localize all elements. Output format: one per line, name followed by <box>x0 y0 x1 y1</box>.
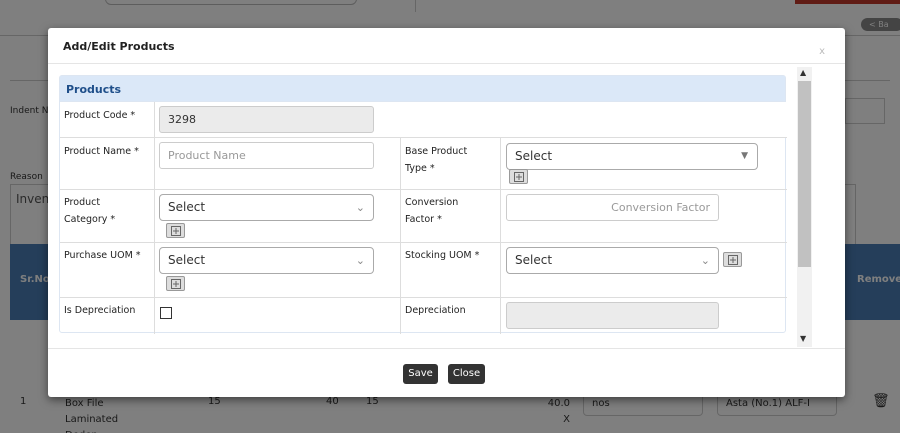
add-product-category-button[interactable] <box>166 223 185 238</box>
row-divider <box>60 297 787 298</box>
col-divider <box>500 137 501 334</box>
plus-box-icon <box>171 226 181 236</box>
chevron-down-icon: ⌄ <box>700 254 710 267</box>
base-product-type-value: Select <box>515 149 553 163</box>
depreciation-label: Depreciation <box>405 305 466 316</box>
panel-title: Products <box>66 83 122 96</box>
col-divider <box>154 102 155 334</box>
product-name-label: Product Name * <box>64 146 139 157</box>
base-product-type-label: Base Product Type * <box>405 146 468 174</box>
is-depreciation-checkbox[interactable] <box>160 307 172 319</box>
is-depreciation-label: Is Depreciation <box>64 305 136 316</box>
scroll-down-icon[interactable]: ▼ <box>800 334 806 343</box>
products-panel: Products Product Code * 3298 Product Nam… <box>59 75 787 334</box>
modal-body: Products Product Code * 3298 Product Nam… <box>48 65 818 348</box>
product-category-select[interactable]: Select ⌄ <box>159 194 374 221</box>
stocking-uom-label: Stocking UOM * <box>405 250 480 261</box>
product-code-label: Product Code * <box>64 110 136 121</box>
modal-scrollbar[interactable]: ▲ ▼ <box>797 67 812 347</box>
conversion-factor-input[interactable]: Conversion Factor <box>506 194 719 221</box>
row-divider <box>60 242 787 243</box>
col-divider <box>400 137 401 334</box>
product-name-input[interactable]: Product Name <box>159 142 374 169</box>
product-code-field[interactable]: 3298 <box>159 106 374 133</box>
plus-box-icon <box>728 255 738 265</box>
add-purchase-uom-button[interactable] <box>166 276 185 291</box>
stocking-uom-value: Select <box>515 253 553 267</box>
close-button[interactable]: Close <box>448 364 485 384</box>
header-gap <box>400 102 786 137</box>
depreciation-field[interactable] <box>506 302 719 329</box>
chevron-down-icon: ⌄ <box>355 254 365 267</box>
add-edit-products-modal: Add/Edit Products x Products Product Cod… <box>48 28 845 397</box>
plus-box-icon <box>171 279 181 289</box>
row-divider <box>60 137 787 138</box>
scrollbar-thumb[interactable] <box>798 81 811 267</box>
conversion-factor-label: Conversion Factor * <box>405 197 459 225</box>
save-button[interactable]: Save <box>403 364 438 384</box>
stocking-uom-select[interactable]: Select ⌄ <box>506 247 719 274</box>
add-stocking-uom-button[interactable] <box>723 252 742 267</box>
caret-down-icon: ▼ <box>741 151 748 161</box>
product-category-label: Product Category * <box>64 197 116 225</box>
modal-footer: Save Close <box>48 348 845 397</box>
plus-box-icon <box>514 172 524 182</box>
chevron-down-icon: ⌄ <box>355 201 365 214</box>
row-divider <box>60 189 787 190</box>
product-category-value: Select <box>168 200 206 214</box>
purchase-uom-select[interactable]: Select ⌄ <box>159 247 374 274</box>
purchase-uom-value: Select <box>168 253 206 267</box>
modal-title: Add/Edit Products <box>63 40 175 53</box>
modal-header: Add/Edit Products x <box>48 28 845 64</box>
panel-header: Products <box>60 76 785 102</box>
scroll-up-icon[interactable]: ▲ <box>800 68 806 77</box>
base-product-type-select[interactable]: Select ▼ <box>506 143 758 170</box>
close-icon[interactable]: x <box>819 46 825 57</box>
add-base-product-type-button[interactable] <box>509 169 528 184</box>
purchase-uom-label: Purchase UOM * <box>64 250 141 261</box>
